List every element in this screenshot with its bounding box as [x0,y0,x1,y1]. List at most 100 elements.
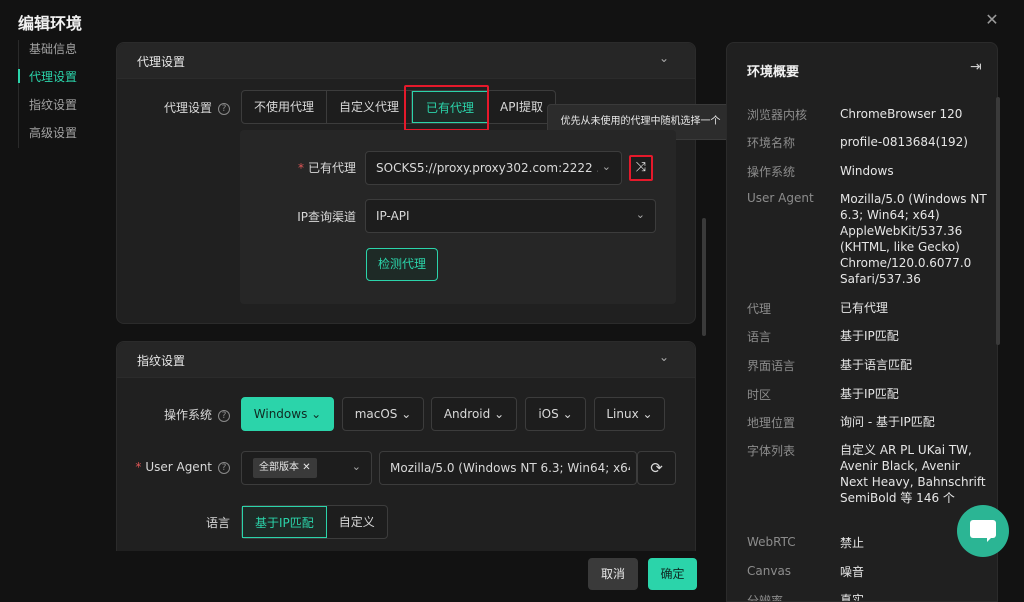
chevron-down-icon: ⌄ [635,208,645,221]
chevron-down-icon: ⌄ [562,407,573,421]
summary-key: 代理 [747,302,772,316]
summary-key: 时区 [747,388,772,402]
fingerprint-panel-title: 指纹设置 [137,354,186,368]
summary-scrollbar[interactable] [996,97,1000,345]
summary-value: 自定义 AR PL UKai TW, Avenir Black, Avenir … [840,443,986,505]
user-agent-value: Mozilla/5.0 (Windows NT 6.3; Win64; x64)… [390,461,630,475]
summary-key: 地理位置 [747,416,796,430]
user-agent-label-text: User Agent [145,460,212,474]
os-option-label: Linux [606,407,639,421]
nav-item-fingerprint-settings[interactable]: 指纹设置 [18,96,108,124]
proxy-mode-custom[interactable]: 自定义代理 [327,91,413,123]
summary-value: 基于IP匹配 [840,387,899,401]
summary-value: 询问 - 基于IP匹配 [840,415,935,429]
os-option-label: iOS [538,407,559,421]
nav-item-label: 高级设置 [29,126,78,140]
summary-title: 环境概要 [747,65,800,80]
language-label: 语言 [205,516,230,530]
proxy-mode-api[interactable]: API提取 [488,91,555,123]
chevron-down-icon: ⌄ [311,407,322,421]
summary-value: 真实 [840,593,865,602]
existing-proxy-label-text: 已有代理 [307,161,356,175]
summary-key: 操作系统 [747,165,796,179]
proxy-mode-label-text: 代理设置 [163,101,212,115]
summary-key: 语言 [747,330,772,344]
chat-support-button[interactable] [957,505,1009,557]
user-agent-label: * User Agent? [130,460,230,474]
os-linux-button[interactable]: Linux ⌄ [594,397,665,431]
proxy-mode-none[interactable]: 不使用代理 [242,91,328,123]
shuffle-icon[interactable]: ⤨ [629,155,653,181]
nav-item-basic-info[interactable]: 基础信息 [18,40,108,68]
nav-item-label: 基础信息 [29,42,78,56]
os-option-label: Android [443,407,491,421]
ip-channel-value: IP-API [376,209,410,223]
summary-key: 界面语言 [747,359,796,373]
nav-item-label: 指纹设置 [29,98,78,112]
chevron-down-icon: ⌄ [494,407,505,421]
collapse-panel-icon[interactable]: ⇥ [970,59,982,75]
help-icon[interactable]: ? [218,103,230,115]
language-by-ip[interactable]: 基于IP匹配 [242,506,327,538]
ua-tag-label: 全部版本 [259,462,299,473]
summary-key: 字体列表 [747,444,796,458]
os-label-text: 操作系统 [163,408,212,422]
highlight-box [404,85,489,131]
help-icon[interactable]: ? [218,410,230,422]
os-option-label: Windows [253,407,308,421]
os-macos-button[interactable]: macOS ⌄ [342,397,424,431]
summary-value: Windows [840,164,894,178]
user-agent-input[interactable]: Mozilla/5.0 (Windows NT 6.3; Win64; x64)… [379,451,637,485]
summary-key: User Agent [747,191,814,205]
help-icon[interactable]: ? [218,462,230,474]
os-windows-button[interactable]: Windows ⌄ [241,397,334,431]
os-label: 操作系统? [140,406,230,423]
summary-value: 基于IP匹配 [840,329,899,343]
chevron-down-icon: ⌄ [351,460,361,473]
language-segmented: 基于IP匹配 自定义 [241,505,388,539]
chat-bubble-tail [987,536,993,542]
ip-channel-select[interactable]: IP-API ⌄ [365,199,656,233]
proxy-mode-label: 代理设置? [140,99,230,116]
chevron-down-icon: ⌄ [401,407,412,421]
active-indicator [18,69,20,83]
existing-proxy-label: * 已有代理 [270,159,356,176]
cancel-button[interactable]: 取消 [588,558,638,590]
os-ios-button[interactable]: iOS ⌄ [525,397,586,431]
summary-key: 浏览器内核 [747,108,808,122]
chevron-down-icon[interactable]: ⌄ [659,350,669,364]
nav-item-proxy-settings[interactable]: 代理设置 [18,68,108,96]
proxy-mode-segmented: 不使用代理 自定义代理 已有代理 API提取 [241,90,557,124]
nav-item-label: 代理设置 [29,70,78,84]
summary-value: 噪音 [840,565,865,579]
summary-value: profile-0813684(192) [840,135,968,149]
required-mark: * [297,161,304,175]
fingerprint-panel-header[interactable]: 指纹设置 ⌄ [117,342,695,378]
os-android-button[interactable]: Android ⌄ [431,397,517,431]
close-icon[interactable]: ✕ [302,462,310,473]
language-custom[interactable]: 自定义 [327,506,387,538]
summary-key: 分辨率 [747,594,784,602]
chevron-down-icon[interactable]: ⌄ [659,51,669,65]
confirm-button[interactable]: 确定 [648,558,697,590]
existing-proxy-value: SOCKS5://proxy.proxy302.com:2222 ... [376,161,598,175]
refresh-icon[interactable]: ⟳ [637,451,676,485]
summary-value: ChromeBrowser 120 [840,107,963,121]
existing-proxy-select[interactable]: SOCKS5://proxy.proxy302.com:2222 ... ⌄ [365,151,622,185]
check-proxy-button[interactable]: 检测代理 [366,248,438,281]
environment-summary-panel: 环境概要 ⇥ 浏览器内核 ChromeBrowser 120 环境名称 profil… [726,42,998,602]
chevron-down-icon: ⌄ [642,407,653,421]
summary-value: 基于语言匹配 [840,358,913,372]
summary-key: 环境名称 [747,136,796,150]
summary-key: WebRTC [747,535,796,549]
summary-value: Mozilla/5.0 (Windows NT 6.3; Win64; x64)… [840,192,987,286]
window-title: 编辑环境 [18,14,83,33]
required-mark: * [135,460,142,474]
main-scrollbar[interactable] [702,218,706,336]
close-icon[interactable]: ✕ [984,12,1000,28]
proxy-panel-header[interactable]: 代理设置 ⌄ [117,43,695,79]
summary-value: 已有代理 [840,301,889,315]
ua-version-tag: 全部版本 ✕ [253,458,317,478]
nav-item-advanced-settings[interactable]: 高级设置 [18,124,108,152]
ip-channel-label: IP查询渠道 [297,210,356,224]
